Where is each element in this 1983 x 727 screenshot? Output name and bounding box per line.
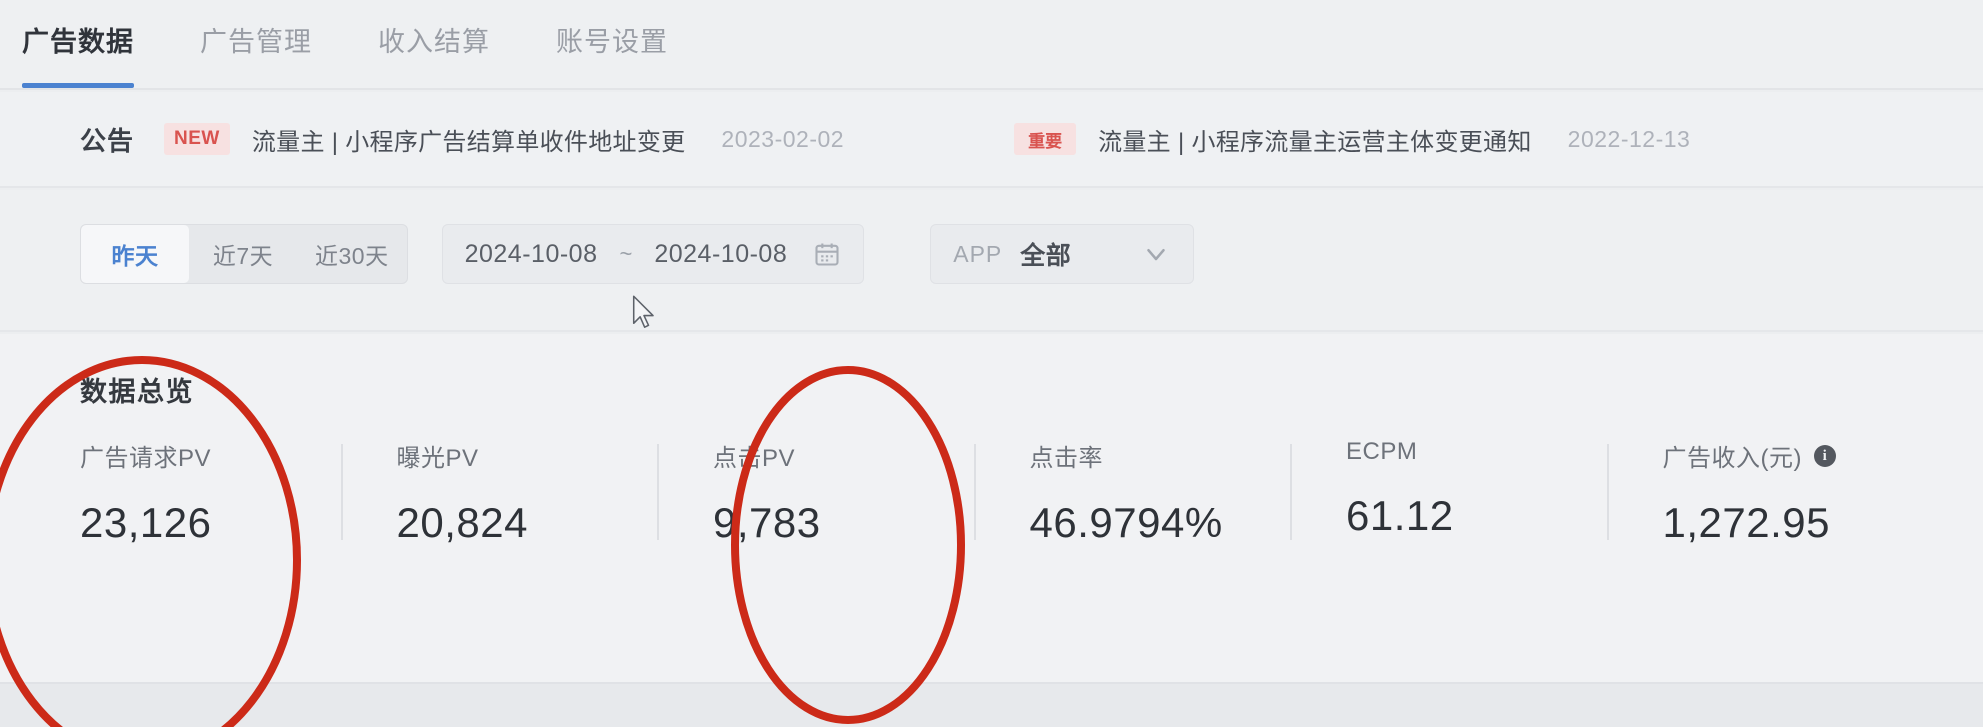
metric-ecpm: ECPM 61.12	[1290, 438, 1607, 540]
metric-label-text: 广告收入(元)	[1662, 445, 1802, 472]
announcement-bar: 公告 NEW 流量主 | 小程序广告结算单收件地址变更 2023-02-02 重…	[0, 92, 1983, 188]
date-range-separator: ~	[619, 241, 633, 266]
filter-toolbar: 昨天 近7天 近30天 2024-10-08 ~ 2024-10-08 APP …	[0, 190, 1983, 332]
metric-click-rate: 点击率 46.9794%	[973, 438, 1291, 547]
metric-click-pv: 点击PV 9,783	[657, 438, 974, 547]
metric-label: ECPM	[1346, 438, 1607, 466]
announcement-date-2: 2022-12-13	[1567, 125, 1691, 152]
date-range-start[interactable]: 2024-10-08	[465, 240, 598, 269]
tab-ad-management[interactable]: 广告管理	[200, 22, 340, 62]
quick-range-last-7-days[interactable]: 近7天	[189, 225, 297, 283]
quick-range-yesterday[interactable]: 昨天	[81, 225, 189, 283]
ad-data-page: 广告数据 广告管理 收入结算 账号设置 公告 NEW 流量主 | 小程序广告结算…	[0, 0, 1983, 727]
tab-list: 广告数据 广告管理 收入结算 账号设置	[22, 22, 696, 88]
metric-ad-request-pv: 广告请求PV 23,126	[80, 438, 341, 547]
date-range-end[interactable]: 2024-10-08	[654, 240, 787, 269]
metric-label: 点击率	[1030, 438, 1291, 473]
announcement-item-2: 重要 流量主 | 小程序流量主运营主体变更通知 2022-12-13	[1014, 122, 1690, 157]
metric-label-text: 点击率	[1029, 445, 1103, 472]
metric-label-text: 点击PV	[713, 445, 796, 472]
metric-value: 1,272.95	[1662, 499, 1830, 546]
data-overview-section: 数据总览 广告请求PV 23,126 曝光PV 20,824 点击PV 9,78…	[0, 334, 1983, 682]
tab-income-settlement[interactable]: 收入结算	[378, 22, 518, 62]
metric-label-text: ECPM	[1346, 438, 1418, 465]
announcement-badge-important: 重要	[1014, 123, 1077, 155]
metric-label: 点击PV	[713, 438, 974, 473]
page-bottom-strip	[0, 682, 1983, 727]
tab-active-indicator	[22, 83, 134, 88]
announcement-date-1: 2023-02-02	[721, 125, 845, 152]
metric-value: 9,783	[713, 499, 821, 546]
announcement-link-2[interactable]: 流量主 | 小程序流量主运营主体变更通知	[1098, 122, 1532, 157]
app-filter-select[interactable]: APP 全部	[930, 224, 1195, 284]
app-filter-label: APP	[953, 240, 1003, 267]
metric-value: 23,126	[80, 499, 212, 546]
metric-label-text: 曝光PV	[396, 445, 479, 472]
metric-ad-revenue: 广告收入(元) i 1,272.95	[1606, 438, 1924, 547]
tab-ad-management-label: 广告管理	[200, 27, 312, 57]
info-icon[interactable]: i	[1813, 444, 1836, 467]
tab-ad-data[interactable]: 广告数据	[22, 22, 162, 88]
metric-label-text: 广告请求PV	[80, 445, 212, 472]
app-filter-value: 全部	[1020, 242, 1072, 270]
tab-account-settings-label: 账号设置	[556, 27, 668, 57]
tab-income-settlement-label: 收入结算	[378, 27, 490, 57]
announcement-row: 公告 NEW 流量主 | 小程序广告结算单收件地址变更 2023-02-02 重…	[80, 92, 1983, 186]
metric-list: 广告请求PV 23,126 曝光PV 20,824 点击PV 9,783 点击率	[80, 438, 1923, 547]
overview-title: 数据总览	[80, 377, 194, 407]
announcement-badge-new: NEW	[164, 123, 230, 155]
metric-value: 61.12	[1346, 492, 1454, 539]
metric-label: 曝光PV	[397, 438, 658, 473]
main-tabbar: 广告数据 广告管理 收入结算 账号设置	[0, 0, 1983, 90]
chevron-down-icon	[1101, 239, 1171, 269]
metric-impression-pv: 曝光PV 20,824	[340, 438, 658, 547]
tab-account-settings[interactable]: 账号设置	[556, 22, 696, 62]
announcement-heading: 公告	[80, 125, 135, 156]
date-range-picker[interactable]: 2024-10-08 ~ 2024-10-08	[441, 224, 865, 284]
calendar-icon	[787, 240, 841, 268]
announcement-link-1[interactable]: 流量主 | 小程序广告结算单收件地址变更	[252, 122, 686, 157]
metric-value: 20,824	[396, 499, 528, 546]
filter-controls: 昨天 近7天 近30天 2024-10-08 ~ 2024-10-08 APP …	[80, 224, 1195, 284]
metric-label: 广告收入(元) i	[1663, 438, 1924, 473]
quick-range-segmented-control: 昨天 近7天 近30天	[80, 224, 408, 284]
metric-label: 广告请求PV	[80, 438, 341, 473]
tab-ad-data-label: 广告数据	[22, 27, 134, 57]
metric-value: 46.9794%	[1029, 499, 1223, 546]
quick-range-last-30-days[interactable]: 近30天	[297, 225, 407, 283]
